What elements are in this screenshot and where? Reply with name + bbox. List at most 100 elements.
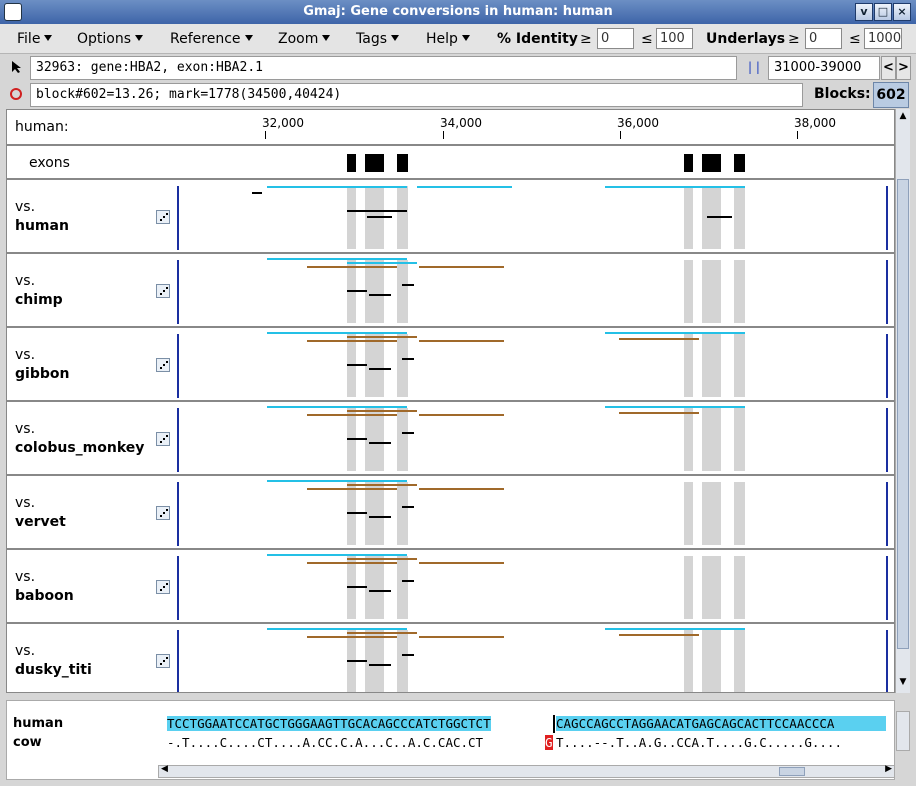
dotplot-button[interactable]: [156, 284, 170, 298]
alignment-cursor: [553, 715, 555, 733]
alignment-segment: [267, 332, 407, 334]
alignment-segment: [267, 186, 407, 188]
exon-underlay: [734, 556, 745, 619]
alignment-segment: [307, 340, 397, 342]
maximize-button[interactable]: □: [874, 3, 892, 21]
alignment-segment: [252, 192, 262, 194]
exon-block: [702, 154, 721, 172]
range-bar-icon[interactable]: | |: [743, 56, 765, 80]
exons-label: exons: [29, 155, 70, 171]
other-sequence-b: T....--.T..A.G..CCA.T....G.C.....G....: [556, 735, 842, 750]
exon-underlay: [684, 260, 693, 323]
menu-zoom[interactable]: Zoom: [278, 31, 331, 47]
dotplot-button[interactable]: [156, 358, 170, 372]
alignment-segment: [369, 294, 391, 296]
row-right-boundary: [886, 630, 888, 692]
alignment-segment: [369, 590, 391, 592]
row-right-boundary: [886, 334, 888, 398]
scroll-thumb[interactable]: [779, 767, 805, 776]
sequence-panel: human cow TCCTGGAATCCATGCTGGGAAGTTGCACAG…: [6, 700, 910, 780]
menu-help[interactable]: Help: [426, 31, 470, 47]
exon-underlay: [684, 482, 693, 545]
range-prev-button[interactable]: <: [881, 56, 896, 80]
plot-vertical-scrollbar[interactable]: ▲ ▼: [895, 109, 910, 693]
mismatch-base: G: [545, 735, 553, 750]
exon-block: [684, 154, 693, 172]
dotplot-button[interactable]: [156, 432, 170, 446]
dotplot-button[interactable]: [156, 506, 170, 520]
scroll-left-icon[interactable]: ◀: [161, 764, 168, 774]
cursor-arrow-icon: [10, 60, 24, 74]
scroll-up-icon[interactable]: ▲: [897, 111, 909, 123]
ruler-tick-label: 36,000: [617, 116, 659, 130]
underlays-min-field[interactable]: 0: [805, 28, 842, 49]
ruler-tick-label: 38,000: [794, 116, 836, 130]
exon-underlay: [347, 186, 356, 249]
row-right-boundary: [886, 260, 888, 324]
alignment-segment: [402, 654, 414, 656]
species-row: vs. dusky_titi: [7, 624, 894, 692]
alignment-segment: [347, 336, 417, 338]
species-row: vs. vervet: [7, 476, 894, 550]
identity-min-field[interactable]: 0: [597, 28, 634, 49]
dotplot-button[interactable]: [156, 580, 170, 594]
minimize-button[interactable]: v: [855, 3, 873, 21]
exon-underlay: [734, 260, 745, 323]
species-label: vs. gibbon: [15, 347, 70, 382]
row-left-boundary: [177, 260, 179, 324]
alignment-segment: [367, 216, 392, 218]
menu-bar: File Options Reference Zoom Tags Help % …: [0, 24, 916, 54]
exon-underlay: [734, 186, 745, 249]
scroll-right-icon[interactable]: ▶: [885, 764, 892, 774]
alignment-segment: [402, 432, 414, 434]
exon-underlay: [397, 334, 408, 397]
alignment-segment: [307, 562, 397, 564]
exon-underlay: [365, 260, 384, 323]
alignment-segment: [347, 262, 417, 264]
alignment-segment: [419, 488, 504, 490]
dotplot-button[interactable]: [156, 654, 170, 668]
sequence-horizontal-scrollbar[interactable]: ◀ ▶: [158, 764, 895, 778]
exon-underlay: [365, 482, 384, 545]
menu-reference[interactable]: Reference: [170, 31, 253, 47]
row-left-boundary: [177, 482, 179, 546]
menu-tags[interactable]: Tags: [356, 31, 399, 47]
blocks-count-button[interactable]: 602: [873, 82, 909, 108]
exon-underlay: [684, 630, 693, 692]
row-right-boundary: [886, 186, 888, 250]
range-next-button[interactable]: >: [896, 56, 911, 80]
alignment-segment: [267, 480, 407, 482]
identity-max-field[interactable]: 100: [656, 28, 693, 49]
alignment-segment: [267, 554, 407, 556]
close-button[interactable]: ×: [893, 3, 911, 21]
identity-ge-symbol: ≥: [580, 31, 592, 47]
alignment-segment: [619, 412, 699, 414]
species-row: vs. human: [7, 180, 894, 254]
scroll-down-icon[interactable]: ▼: [897, 677, 909, 689]
ruler-tick-label: 32,000: [262, 116, 304, 130]
menu-options[interactable]: Options: [77, 31, 144, 47]
sequence-vertical-scrollbar[interactable]: [896, 711, 910, 751]
exon-underlay: [397, 630, 408, 692]
scroll-thumb[interactable]: [897, 179, 909, 649]
exon-underlay: [365, 408, 384, 471]
exon-underlay: [397, 556, 408, 619]
alignment-segment: [419, 266, 504, 268]
underlays-max-field[interactable]: 1000: [864, 28, 902, 49]
row-right-boundary: [886, 482, 888, 546]
alignment-segment: [307, 488, 397, 490]
alignment-segment: [347, 484, 417, 486]
exon-underlay: [365, 556, 384, 619]
dotplot-button[interactable]: [156, 210, 170, 224]
alignment-segment: [402, 358, 414, 360]
alignment-segment: [307, 636, 397, 638]
species-label: vs. chimp: [15, 273, 63, 308]
ruler-tick: [265, 131, 266, 139]
alignment-segment: [307, 266, 397, 268]
blocks-label: Blocks:: [814, 86, 871, 102]
menu-file[interactable]: File: [17, 31, 53, 47]
range-field[interactable]: 31000-39000: [768, 56, 880, 80]
alignment-segment: [419, 340, 504, 342]
alignment-segment: [347, 512, 367, 514]
species-label: vs. human: [15, 199, 69, 234]
